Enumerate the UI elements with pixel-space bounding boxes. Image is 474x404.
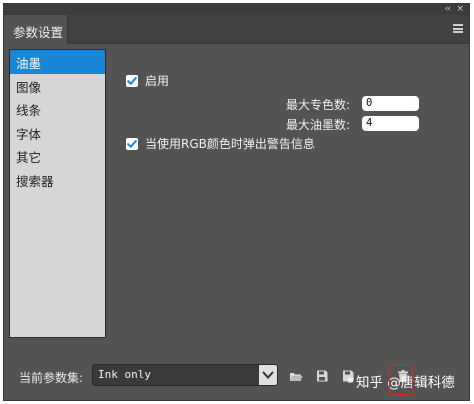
category-item-other[interactable]: 其它 bbox=[10, 144, 105, 168]
rgb-warning-checkbox[interactable] bbox=[126, 137, 138, 150]
max-spot-colors-field[interactable]: 0 bbox=[362, 96, 419, 111]
checkmark-icon bbox=[127, 139, 137, 148]
category-item-ink[interactable]: 油墨 bbox=[10, 50, 105, 74]
category-item-lines[interactable]: 线条 bbox=[10, 97, 105, 121]
enable-checkbox[interactable] bbox=[126, 74, 138, 87]
close-icon[interactable]: × bbox=[456, 4, 464, 14]
category-item-searcher[interactable]: 搜索器 bbox=[10, 168, 105, 192]
max-inks-label: 最大油墨数: bbox=[286, 118, 351, 132]
preset-value: Ink only bbox=[98, 368, 151, 381]
tab-preferences[interactable]: 参数设置 bbox=[4, 15, 68, 44]
open-folder-icon[interactable] bbox=[289, 369, 303, 383]
collapse-icon[interactable]: ‹‹ bbox=[445, 4, 451, 14]
tab-strip: 参数设置 bbox=[4, 15, 469, 44]
panel-menu-icon[interactable] bbox=[453, 24, 463, 33]
enable-option: 启用 bbox=[126, 72, 169, 89]
rgb-warning-option: 当使用RGB颜色时弹出警告信息 bbox=[126, 135, 315, 152]
chevron-down-icon bbox=[262, 371, 274, 379]
max-inks-field[interactable]: 4 bbox=[362, 116, 419, 131]
preset-dropdown-button[interactable] bbox=[259, 365, 277, 385]
category-item-image[interactable]: 图像 bbox=[10, 74, 105, 98]
current-preset-label: 当前参数集: bbox=[19, 371, 84, 385]
save-as-icon[interactable] bbox=[341, 369, 355, 383]
panel-title-bar: ‹‹ × bbox=[4, 4, 469, 15]
checkmark-icon bbox=[127, 76, 137, 85]
rgb-warning-label: 当使用RGB颜色时弹出警告信息 bbox=[145, 137, 315, 151]
preset-select[interactable]: Ink only bbox=[92, 364, 278, 386]
max-spot-colors-label: 最大专色数: bbox=[286, 98, 351, 112]
save-icon[interactable] bbox=[315, 369, 329, 383]
category-item-fonts[interactable]: 字体 bbox=[10, 121, 105, 145]
enable-label: 启用 bbox=[145, 74, 170, 88]
highlight-box bbox=[389, 365, 413, 395]
category-list: 油墨 图像 线条 字体 其它 搜索器 bbox=[9, 49, 106, 338]
